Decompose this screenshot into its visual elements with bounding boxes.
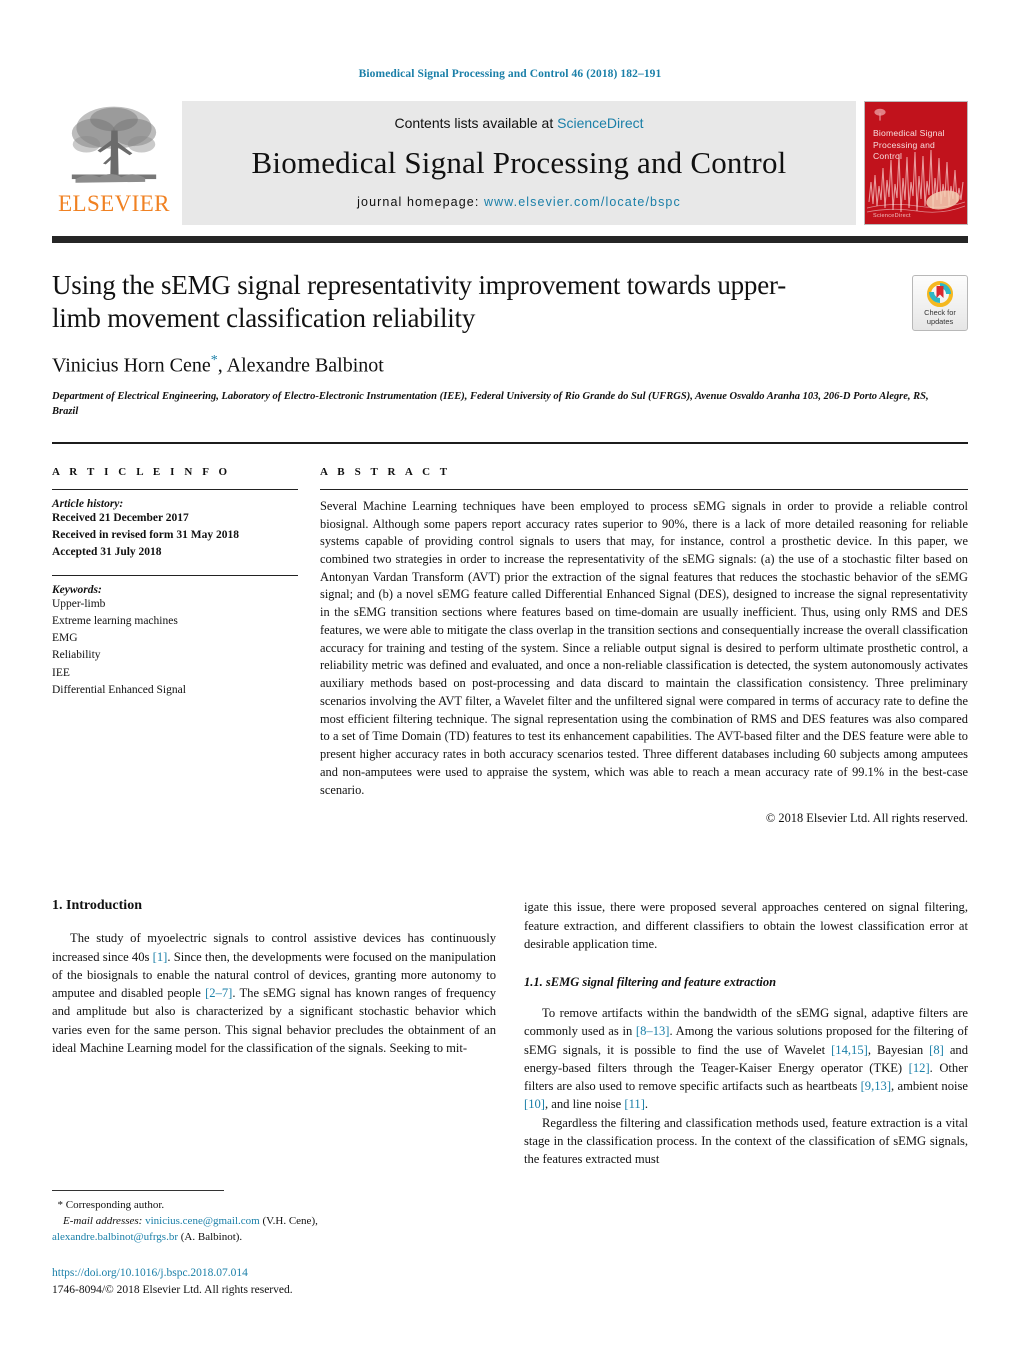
cover-footer-text: ScienceDirect <box>873 213 911 219</box>
crossmark-label: Check for updates <box>924 308 956 326</box>
citation-ref-2-7[interactable]: [2–7] <box>205 986 232 1000</box>
contents-available-line: Contents lists available at ScienceDirec… <box>394 115 643 131</box>
filt-seg-c: , Bayesian <box>867 1042 930 1057</box>
homepage-prefix: journal homepage: <box>357 195 484 209</box>
intro-paragraph-1: The study of myoelectric signals to cont… <box>52 929 496 1057</box>
email-owner-1: (V.H. Cene), <box>262 1214 318 1227</box>
elsevier-wordmark: ELSEVIER <box>58 191 170 216</box>
email-addresses-line: E-mail addresses: vinicius.cene@gmail.co… <box>52 1214 492 1230</box>
masthead-bottom-rule <box>52 236 968 243</box>
cover-waveform-graphic <box>866 149 966 213</box>
info-abstract-section: A R T I C L E I N F O Article history: R… <box>52 466 968 827</box>
corresponding-author-text: Corresponding author. <box>65 1198 165 1211</box>
keywords-rule <box>52 574 298 576</box>
journal-cover-image: Biomedical Signal Processing and Control… <box>864 101 968 225</box>
sciencedirect-link[interactable]: ScienceDirect <box>557 115 643 131</box>
section-heading-introduction: 1. Introduction <box>52 898 142 914</box>
citation-ref-9-13[interactable]: [9,13] <box>861 1079 891 1093</box>
filtering-paragraph: To remove artifacts within the bandwidth… <box>524 1004 968 1114</box>
journal-masthead: ELSEVIER Contents lists available at Sci… <box>52 101 968 225</box>
keywords-block: Keywords: Upper-limb Extreme learning ma… <box>52 574 298 700</box>
intro-paragraph-continued: igate this issue, there were proposed se… <box>524 900 968 951</box>
affiliation: Department of Electrical Engineering, La… <box>52 390 929 418</box>
elsevier-logo: ELSEVIER <box>52 101 176 225</box>
abstract-copyright: © 2018 Elsevier Ltd. All rights reserved… <box>765 811 968 826</box>
email-link-2[interactable]: alexandre.balbinot@ufrgs.br <box>52 1231 178 1243</box>
filt-seg-g: , and line noise <box>544 1097 625 1112</box>
footnote-block: * Corresponding author. E-mail addresses… <box>52 1189 492 1300</box>
journal-title: Biomedical Signal Processing and Control <box>251 145 787 180</box>
corresponding-author-note: * Corresponding author. <box>52 1198 492 1214</box>
article-history-label: Article history: <box>52 497 124 510</box>
keyword-item: Differential Enhanced Signal <box>52 683 186 696</box>
email-owner-2: (A. Balbinot). <box>180 1230 243 1243</box>
article-info-heading: A R T I C L E I N F O <box>52 465 231 478</box>
homepage-url-link[interactable]: www.elsevier.com/locate/bspc <box>484 195 681 209</box>
author-list: Vinicius Horn Cene*, Alexandre Balbinot <box>52 353 968 378</box>
email-addresses-line-2: alexandre.balbinot@ufrgs.br (A. Balbinot… <box>52 1230 492 1246</box>
elsevier-tree-icon <box>71 106 157 183</box>
author-2: , Alexandre Balbinot <box>217 354 384 377</box>
footnote-star: * <box>57 1198 64 1211</box>
filt-seg-h: . <box>644 1097 649 1112</box>
citation-ref-8-13[interactable]: [8–13] <box>636 1024 670 1038</box>
abstract-column: A B S T R A C T Several Machine Learning… <box>320 466 968 827</box>
cover-elsevier-icon <box>874 108 886 121</box>
email-link-1[interactable]: vinicius.cene@gmail.com <box>145 1215 260 1227</box>
keyword-item: EMG <box>52 632 78 645</box>
article-page: Biomedical Signal Processing and Control… <box>0 0 1020 1351</box>
article-info-rule <box>52 488 298 490</box>
body-right-column: igate this issue, there were proposed se… <box>524 898 968 1168</box>
history-accepted: Accepted 31 July 2018 <box>52 546 162 559</box>
doi-link[interactable]: https://doi.org/10.1016/j.bspc.2018.07.0… <box>52 1265 492 1282</box>
issn-copyright-line: 1746-8094/© 2018 Elsevier Ltd. All right… <box>52 1283 293 1296</box>
subsection-heading-1-1: 1.1. sEMG signal filtering and feature e… <box>524 975 777 990</box>
citation-ref-12[interactable]: [12] <box>909 1061 930 1075</box>
footnote-rule <box>52 1189 224 1191</box>
journal-homepage-line: journal homepage: www.elsevier.com/locat… <box>357 195 681 209</box>
abstract-text: Several Machine Learning techniques have… <box>320 498 968 797</box>
keyword-item: Extreme learning machines <box>52 614 178 627</box>
citation-ref-11[interactable]: [11] <box>624 1097 645 1111</box>
keyword-item: Reliability <box>52 649 101 662</box>
citation-ref-8[interactable]: [8] <box>929 1043 944 1057</box>
keywords-label: Keywords: <box>52 583 102 596</box>
article-info-column: A R T I C L E I N F O Article history: R… <box>52 466 320 827</box>
crossmark-logo-icon <box>927 281 953 307</box>
contents-prefix: Contents lists available at <box>394 115 558 131</box>
citation-ref-10[interactable]: [10] <box>524 1097 545 1111</box>
crossmark-badge[interactable]: Check for updates <box>912 275 968 331</box>
running-head: Biomedical Signal Processing and Control… <box>358 68 662 80</box>
abstract-rule <box>320 488 968 490</box>
history-received: Received 21 December 2017 <box>52 511 189 524</box>
abstract-heading: A B S T R A C T <box>320 465 451 478</box>
author-1: Vinicius Horn Cene <box>52 354 211 377</box>
body-columns: 1. Introduction The study of myoelectric… <box>52 898 968 1168</box>
keyword-item: IEE <box>52 666 70 679</box>
corresponding-author-marker: * <box>210 352 218 368</box>
citation-ref-14-15[interactable]: [14,15] <box>831 1043 868 1057</box>
title-block: Using the sEMG signal representativity i… <box>52 269 968 420</box>
page-title: Using the sEMG signal representativity i… <box>52 270 787 334</box>
masthead-center-panel: Contents lists available at ScienceDirec… <box>182 101 856 225</box>
body-left-column: 1. Introduction The study of myoelectric… <box>52 898 496 1168</box>
doi-block: https://doi.org/10.1016/j.bspc.2018.07.0… <box>52 1265 492 1300</box>
email-label: E-mail addresses: <box>63 1214 143 1227</box>
keyword-item: Upper-limb <box>52 597 106 610</box>
history-revised: Received in revised form 31 May 2018 <box>52 529 239 542</box>
feature-extraction-paragraph: Regardless the filtering and classificat… <box>524 1115 968 1167</box>
citation-ref-1[interactable]: [1] <box>153 950 168 964</box>
title-bottom-rule <box>52 442 968 444</box>
filt-seg-f: , ambient noise <box>891 1079 968 1094</box>
